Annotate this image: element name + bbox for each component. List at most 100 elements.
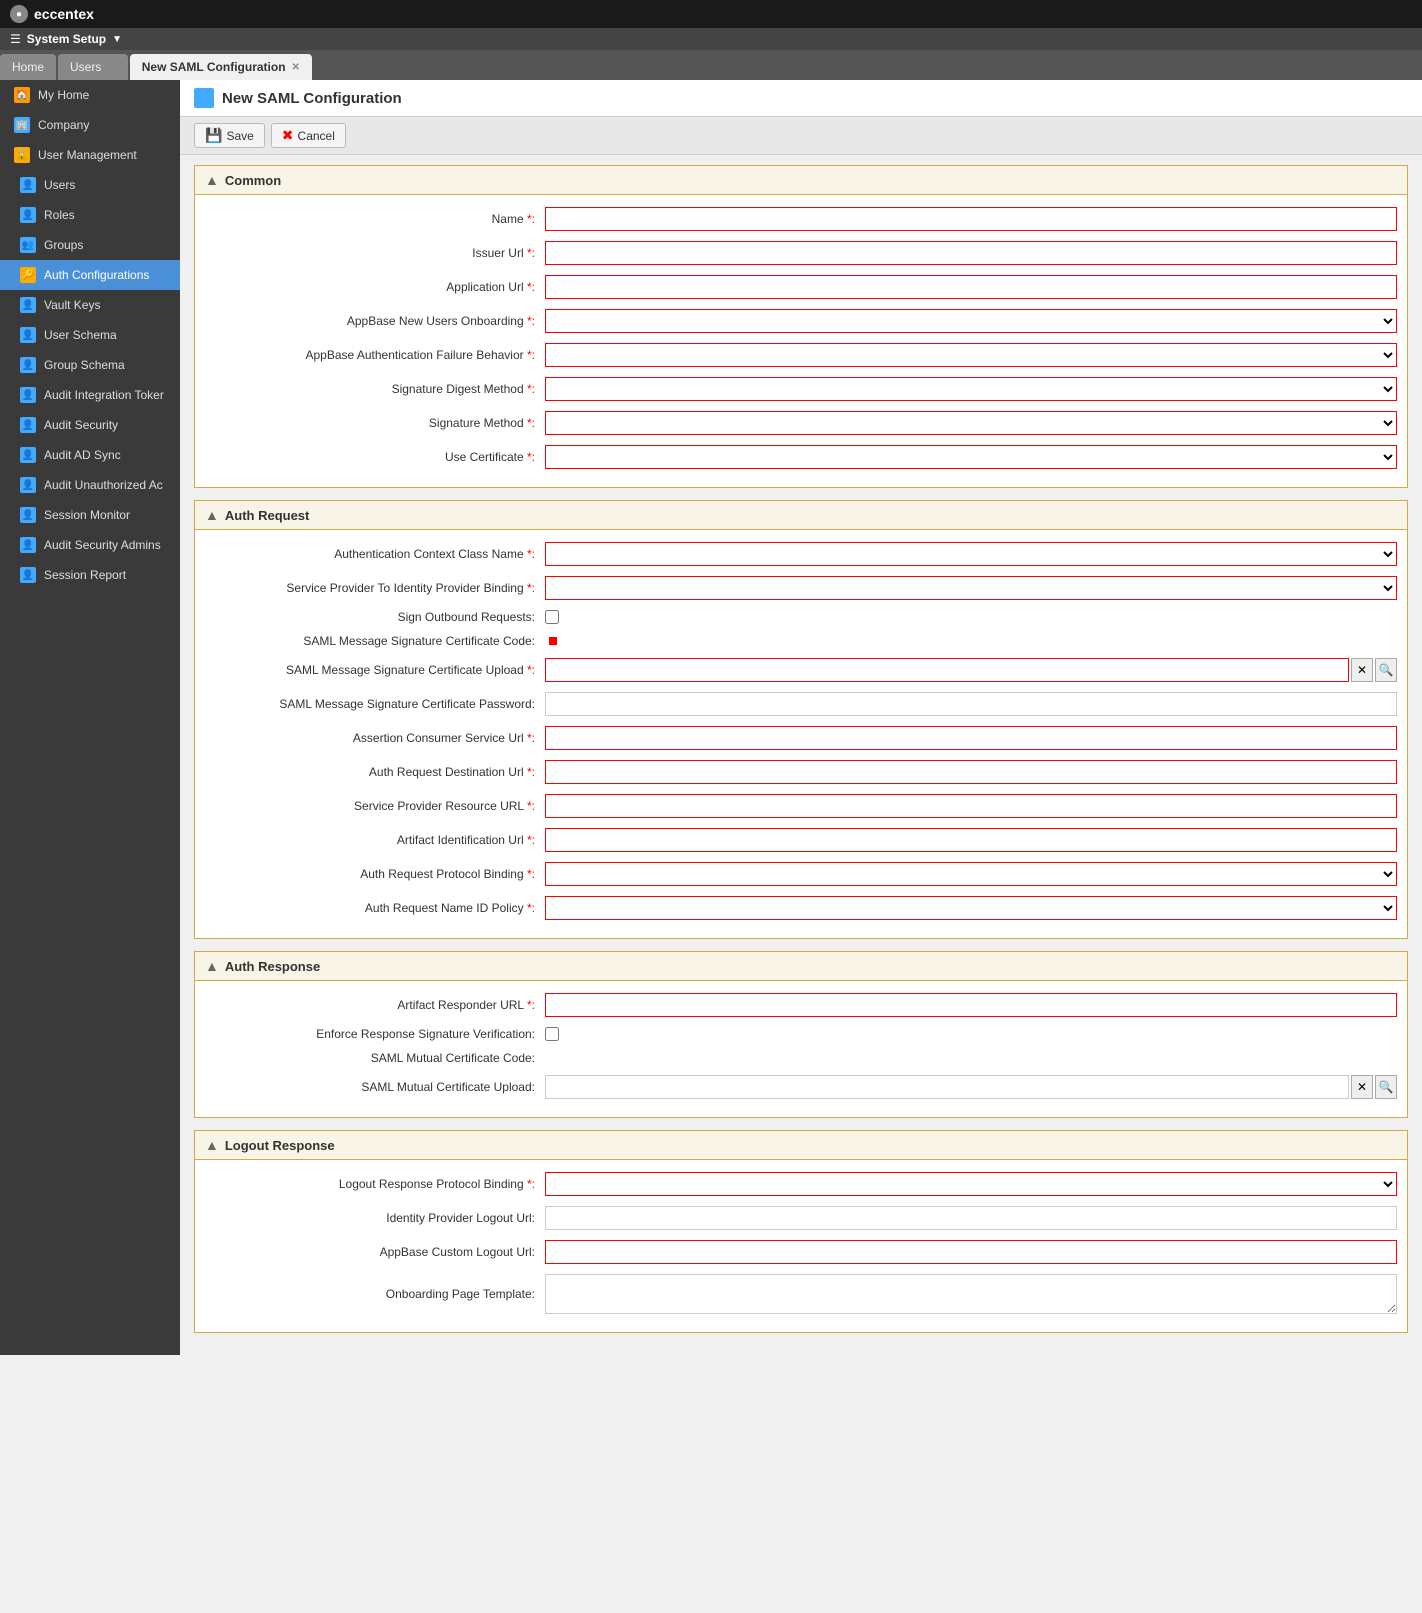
- label-auth-context: Authentication Context Class Name *:: [205, 547, 545, 561]
- sidebar-item-audit-security-admins-label: Audit Security Admins: [44, 538, 161, 552]
- section-auth-request-header[interactable]: ▲ Auth Request: [195, 501, 1407, 530]
- select-use-certificate[interactable]: [545, 445, 1397, 469]
- label-saml-mutual-cert-upload: SAML Mutual Certificate Upload:: [205, 1080, 545, 1094]
- section-logout-response-header[interactable]: ▲ Logout Response: [195, 1131, 1407, 1160]
- tab-users[interactable]: Users ✕: [58, 54, 128, 80]
- select-auth-request-protocol[interactable]: [545, 862, 1397, 886]
- tab-users-close[interactable]: ✕: [107, 62, 115, 73]
- select-signature-method[interactable]: [545, 411, 1397, 435]
- vault-icon: 👤: [20, 297, 36, 313]
- row-saml-msg-cert-upload: SAML Message Signature Certificate Uploa…: [195, 656, 1407, 684]
- checkbox-sign-outbound[interactable]: [545, 610, 559, 624]
- row-artifact-responder-url: Artifact Responder URL *:: [195, 991, 1407, 1019]
- mutual-upload-clear-btn[interactable]: ✕: [1351, 1075, 1373, 1099]
- label-artifact-responder-url: Artifact Responder URL *:: [205, 998, 545, 1012]
- sidebar-item-session-report[interactable]: 👤 Session Report: [0, 560, 180, 590]
- sidebar-item-audit-security[interactable]: 👤 Audit Security: [0, 410, 180, 440]
- sidebar-item-session-monitor[interactable]: 👤 Session Monitor: [0, 500, 180, 530]
- tab-new-saml-close[interactable]: ✕: [292, 62, 300, 73]
- label-sp-to-idp-binding: Service Provider To Identity Provider Bi…: [205, 581, 545, 595]
- sidebar-item-roles[interactable]: 👤 Roles: [0, 200, 180, 230]
- input-artifact-id-url[interactable]: [545, 828, 1397, 852]
- sidebar-item-company[interactable]: 🏢 Company: [0, 110, 180, 140]
- top-bar: ● eccentex: [0, 0, 1422, 28]
- label-auth-request-protocol: Auth Request Protocol Binding *:: [205, 867, 545, 881]
- sidebar-item-my-home[interactable]: 🏠 My Home: [0, 80, 180, 110]
- input-issuer-url[interactable]: [545, 241, 1397, 265]
- input-identity-provider-logout-url[interactable]: [545, 1206, 1397, 1230]
- section-common-header[interactable]: ▲ Common: [195, 166, 1407, 195]
- input-artifact-responder-url[interactable]: [545, 993, 1397, 1017]
- sidebar-item-audit-security-label: Audit Security: [44, 418, 118, 432]
- sidebar-item-audit-unauthorized-label: Audit Unauthorized Ac: [44, 478, 163, 492]
- section-common: ▲ Common Name *: Issuer Url: [194, 165, 1408, 488]
- upload-clear-btn[interactable]: ✕: [1351, 658, 1373, 682]
- label-identity-provider-logout-url: Identity Provider Logout Url:: [205, 1211, 545, 1225]
- input-sp-resource-url[interactable]: [545, 794, 1397, 818]
- sidebar-item-audit-integration-token[interactable]: 👤 Audit Integration Toker: [0, 380, 180, 410]
- select-logout-protocol-binding[interactable]: [545, 1172, 1397, 1196]
- home-icon: 🏠: [14, 87, 30, 103]
- sidebar-item-user-management[interactable]: 🔒 User Management: [0, 140, 180, 170]
- sidebar-item-vault-keys[interactable]: 👤 Vault Keys: [0, 290, 180, 320]
- cancel-label: Cancel: [298, 129, 335, 143]
- input-assertion-consumer-url[interactable]: [545, 726, 1397, 750]
- sidebar-item-audit-unauthorized-ac[interactable]: 👤 Audit Unauthorized Ac: [0, 470, 180, 500]
- checkbox-enforce-response-sig[interactable]: [545, 1027, 559, 1041]
- select-appbase-auth-failure[interactable]: [545, 343, 1397, 367]
- sidebar-item-groups-label: Groups: [44, 238, 83, 252]
- system-setup-label: System Setup: [27, 32, 106, 46]
- row-artifact-id-url: Artifact Identification Url *:: [195, 826, 1407, 854]
- sidebar-item-roles-label: Roles: [44, 208, 75, 222]
- select-signature-digest[interactable]: [545, 377, 1397, 401]
- input-saml-mutual-cert-upload[interactable]: [545, 1075, 1349, 1099]
- sidebar-item-audit-security-admins[interactable]: 👤 Audit Security Admins: [0, 530, 180, 560]
- input-auth-request-dest-url[interactable]: [545, 760, 1397, 784]
- row-application-url: Application Url *:: [195, 273, 1407, 301]
- input-name[interactable]: [545, 207, 1397, 231]
- select-auth-context[interactable]: [545, 542, 1397, 566]
- select-sp-to-idp-binding[interactable]: [545, 576, 1397, 600]
- section-auth-response-header[interactable]: ▲ Auth Response: [195, 952, 1407, 981]
- select-auth-request-name-id[interactable]: [545, 896, 1397, 920]
- auth-icon: 🔑: [20, 267, 36, 283]
- select-appbase-new-users[interactable]: [545, 309, 1397, 333]
- sidebar-item-audit-ad-sync[interactable]: 👤 Audit AD Sync: [0, 440, 180, 470]
- audit-security-admins-icon: 👤: [20, 537, 36, 553]
- tab-home[interactable]: Home: [0, 54, 56, 80]
- save-button[interactable]: 💾 Save: [194, 123, 265, 148]
- tab-bar: Home Users ✕ New SAML Configuration ✕: [0, 50, 1422, 80]
- sidebar-item-user-schema[interactable]: 👤 User Schema: [0, 320, 180, 350]
- textarea-onboarding-page-template[interactable]: [545, 1274, 1397, 1314]
- hamburger-icon[interactable]: ☰: [10, 32, 21, 46]
- label-name: Name *:: [205, 212, 545, 226]
- label-auth-request-name-id: Auth Request Name ID Policy *:: [205, 901, 545, 915]
- mutual-upload-browse-btn[interactable]: 🔍: [1375, 1075, 1397, 1099]
- label-onboarding-page-template: Onboarding Page Template:: [205, 1287, 545, 1301]
- input-application-url[interactable]: [545, 275, 1397, 299]
- input-saml-msg-cert-password[interactable]: [545, 692, 1397, 716]
- input-appbase-custom-logout-url[interactable]: [545, 1240, 1397, 1264]
- page-header-icon: [194, 88, 214, 108]
- row-issuer-url: Issuer Url *:: [195, 239, 1407, 267]
- upload-browse-btn[interactable]: 🔍: [1375, 658, 1397, 682]
- row-assertion-consumer-url: Assertion Consumer Service Url *:: [195, 724, 1407, 752]
- label-assertion-consumer-url: Assertion Consumer Service Url *:: [205, 731, 545, 745]
- users-icon: 👤: [20, 177, 36, 193]
- tab-new-saml[interactable]: New SAML Configuration ✕: [130, 54, 312, 80]
- input-saml-msg-cert-upload[interactable]: [545, 658, 1349, 682]
- sidebar-item-users[interactable]: 👤 Users: [0, 170, 180, 200]
- sidebar-item-audit-integration-label: Audit Integration Toker: [44, 388, 164, 402]
- form-wrapper: ▲ Common Name *: Issuer Url: [180, 155, 1422, 1355]
- cancel-button[interactable]: ✖ Cancel: [271, 123, 346, 148]
- toolbar: 💾 Save ✖ Cancel: [180, 117, 1422, 155]
- sidebar-item-auth-configurations[interactable]: 🔑 Auth Configurations: [0, 260, 180, 290]
- upload-saml-mutual-cert: ✕ 🔍: [545, 1075, 1397, 1099]
- sidebar-item-groups[interactable]: 👥 Groups: [0, 230, 180, 260]
- sidebar-item-group-schema[interactable]: 👤 Group Schema: [0, 350, 180, 380]
- save-icon: 💾: [205, 127, 222, 144]
- system-setup-chevron[interactable]: ▼: [112, 34, 122, 45]
- cancel-icon: ✖: [282, 127, 294, 144]
- label-appbase-custom-logout-url: AppBase Custom Logout Url:: [205, 1245, 545, 1259]
- row-appbase-auth-failure: AppBase Authentication Failure Behavior …: [195, 341, 1407, 369]
